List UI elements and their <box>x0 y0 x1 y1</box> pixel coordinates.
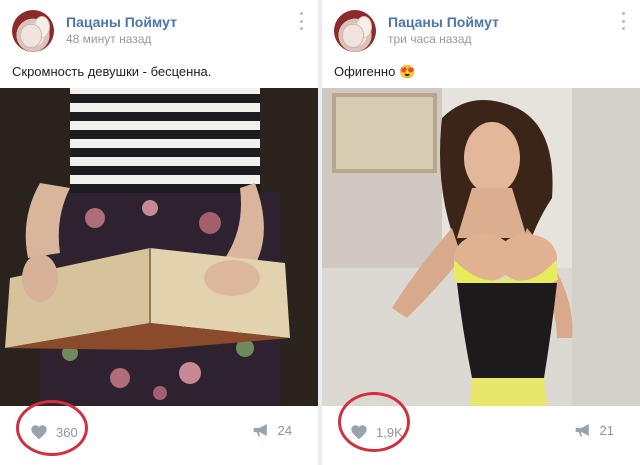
post-header: Пацаны Поймут 48 минут назад <box>0 0 318 62</box>
highlight-circle <box>338 392 410 452</box>
community-name[interactable]: Пацаны Поймут <box>388 14 499 30</box>
post-footer: 1,9K 21 <box>322 392 640 465</box>
post-card: Пацаны Поймут три часа назад Офигенно 😍 <box>322 0 640 465</box>
photo-girl-reading-book <box>0 88 318 406</box>
megaphone-icon <box>575 424 589 437</box>
share-count: 21 <box>599 422 614 438</box>
post-footer: 360 24 <box>0 400 318 465</box>
avatar-face <box>342 24 364 48</box>
post-header: Пацаны Поймут три часа назад <box>322 0 640 62</box>
megaphone-icon <box>253 424 267 437</box>
post-photo[interactable] <box>322 88 640 406</box>
highlight-circle <box>16 400 88 456</box>
post-time: 48 минут назад <box>66 32 152 46</box>
post-card: Пацаны Поймут 48 минут назад Скромность … <box>0 0 318 465</box>
avatar-face <box>20 24 42 48</box>
photo-woman-in-corset <box>322 88 640 406</box>
post-time: три часа назад <box>388 32 472 46</box>
share-button[interactable]: 21 <box>574 422 614 438</box>
post-caption: Скромность девушки - бесценна. <box>12 64 212 79</box>
community-avatar[interactable] <box>334 10 376 52</box>
community-avatar[interactable] <box>12 10 54 52</box>
more-options-icon[interactable] <box>620 12 626 30</box>
share-count: 24 <box>277 422 292 438</box>
post-caption: Офигенно 😍 <box>334 64 416 79</box>
share-button[interactable]: 24 <box>252 422 292 438</box>
post-photo[interactable] <box>0 88 318 406</box>
more-options-icon[interactable] <box>298 12 304 30</box>
community-name[interactable]: Пацаны Поймут <box>66 14 177 30</box>
feed: Пацаны Поймут 48 минут назад Скромность … <box>0 0 640 465</box>
